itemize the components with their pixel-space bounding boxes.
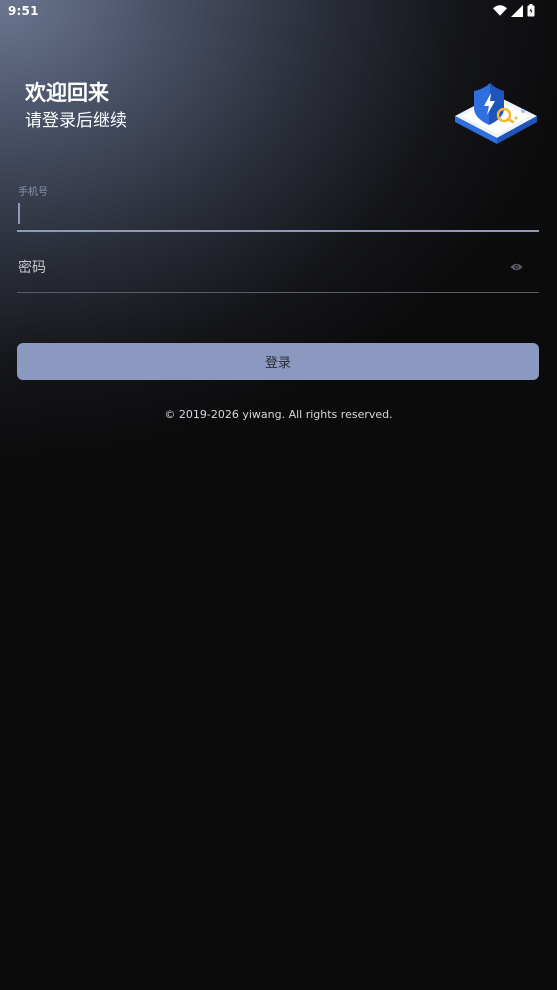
- wifi-icon: [493, 5, 507, 16]
- password-field[interactable]: 密码: [17, 250, 539, 293]
- phone-label: 手机号: [18, 187, 48, 198]
- status-bar: 9:51: [0, 0, 557, 24]
- signal-icon: [511, 4, 523, 17]
- text-caret: [18, 203, 20, 224]
- welcome-title: 欢迎回来: [25, 81, 109, 105]
- copyright-text: © 2019-2026 yiwang. All rights reserved.: [164, 408, 393, 421]
- welcome-subtitle: 请登录后继续: [25, 111, 127, 131]
- eye-icon[interactable]: [510, 262, 523, 272]
- security-shield-illustration: [455, 83, 537, 144]
- phone-field[interactable]: [17, 200, 541, 232]
- battery-icon: [527, 4, 535, 17]
- status-icons: [493, 4, 535, 17]
- phone-input[interactable]: [17, 200, 541, 230]
- login-button[interactable]: 登录: [17, 343, 539, 380]
- login-screen: 9:51 欢迎回来 请登录后继续 手机号 密码 登录 © 2019-2026 y…: [0, 0, 557, 990]
- password-placeholder: 密码: [18, 260, 46, 276]
- status-time: 9:51: [8, 4, 39, 18]
